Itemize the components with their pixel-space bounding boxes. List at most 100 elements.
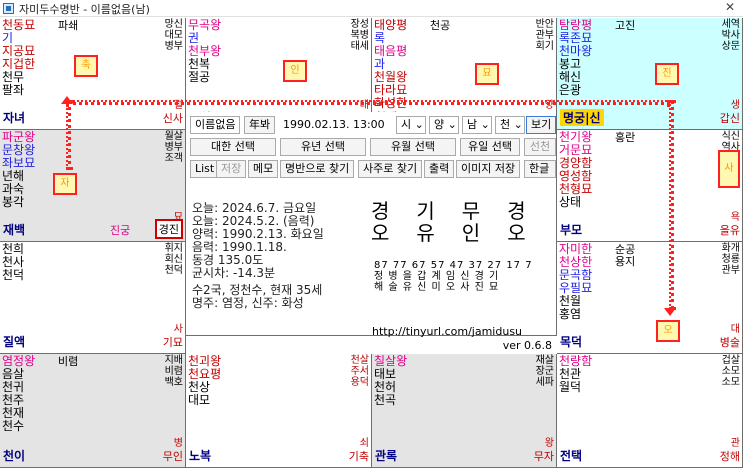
star-list: 염정왕 음살 천귀 천주 천재 천수 [2, 355, 35, 433]
palace-cell-c7[interactable]: 천희 천사 천덕 휘지 회신 천덕 사 질액 기묘 [0, 242, 186, 354]
dotted-connector-horizontal [66, 100, 670, 105]
star-list: 천량함 천관 월덕 [559, 355, 592, 394]
palace-name: 명궁|신 [560, 109, 604, 126]
life-stage: 생 [730, 100, 740, 111]
star-name: 대모 [188, 393, 211, 407]
palace-cell-c4[interactable]: 탐랑평 록존묘 천마왕 봉고 해신 은광 고진 세역 박사 상문 생 명궁|신 갑신 [557, 18, 743, 130]
marker-in: 인 [283, 60, 307, 82]
minor-star: 파쇄 [58, 19, 79, 32]
branch-name: 무인 [162, 450, 183, 463]
star-list: 천괴왕 천요평 천상 대모 [188, 355, 221, 407]
spirit-list: 겁살 소모 소모 [722, 355, 740, 388]
spirit-name: 겁살 [721, 355, 740, 366]
name-field[interactable]: 이름없음 [190, 116, 240, 134]
cheon-select-value: 천 [500, 118, 511, 131]
minor-star: 용지 [615, 255, 636, 268]
close-icon[interactable]: ✕ [725, 0, 735, 14]
daeun-table: 87 77 67 57 47 37 27 17 7 정 병 을 갑 계 임 신 … [374, 260, 533, 293]
spirit-name: 청룡 [721, 254, 740, 265]
palace-cell-c8[interactable]: 자미한 천상한 문곡함 우필묘 천월 홍염 순공 용지 화개 청룡 관부 대 목덕 병술 [557, 242, 743, 354]
star-list: 자미한 천상한 문곡함 우필묘 천월 홍염 [559, 243, 592, 321]
palace-name: 목덕 [560, 335, 583, 349]
spirit-name: 비렴 [164, 366, 183, 377]
version-label: ver 0.6.8 [502, 339, 552, 352]
spirit-name: 장성 [350, 19, 369, 30]
cheon-select[interactable]: 천 ⌄ [495, 116, 525, 134]
palace-cell-c5[interactable]: 파군왕 문창왕 좌보묘 년해 과숙 봉각 월살 병부 조객 묘 재백 경진 진궁 [0, 130, 186, 242]
spirit-name: 복병 [350, 30, 369, 41]
spirit-name: 화개 [721, 243, 740, 254]
year-button[interactable]: 年봐 [244, 116, 276, 134]
life-stage: 병 [173, 438, 183, 449]
arrow-down-icon [664, 308, 676, 316]
spirit-name: 조객 [164, 153, 183, 164]
spirit-list: 재살 장군 세파 [536, 355, 554, 388]
homepage-link[interactable]: http://tinyurl.com/jamidusu [372, 325, 522, 338]
spirit-list: 지배 비렴 백호 [165, 355, 183, 388]
palace-name: 자녀 [3, 111, 26, 125]
spirit-list: 장성 복병 태세 [351, 19, 369, 52]
yunyeon-select-button[interactable]: 유년 선택 [280, 138, 366, 156]
daeun-stems: 정 병 을 갑 계 임 신 경 기 [374, 271, 500, 282]
spirit-list: 망신 대모 병부 [165, 19, 183, 52]
spirit-name: 천살 [350, 355, 369, 366]
list-button[interactable]: List [190, 160, 220, 178]
calendar-select[interactable]: 양 ⌄ [429, 116, 459, 134]
arrow-up-icon [61, 96, 73, 104]
palace-name: 천이 [3, 449, 26, 463]
palace-cell-c6[interactable]: 천기왕거문묘경양함영성함천형묘상태홍란식신역사관색욕부모을유 [557, 130, 743, 242]
find-by-saju-button[interactable]: 사주로 찾기 [358, 160, 423, 178]
dotted-connector-right [669, 100, 674, 310]
spirit-name: 소모 [721, 366, 740, 377]
seoncheon-button[interactable]: 선천 [524, 138, 556, 156]
star-name: 천곡 [374, 393, 397, 407]
marker-myo: 묘 [475, 63, 499, 85]
spirit-list: 화개 청룡 관부 [722, 243, 740, 276]
info-block: 오늘: 2024.6.7. 금요일 오늘: 2024.5.2. (음력) 양력:… [192, 202, 324, 310]
daehan-select-button[interactable]: 대한 선택 [190, 138, 276, 156]
memo-button[interactable]: 메모 [248, 160, 279, 178]
minor-star-list: 순공 용지 [615, 244, 635, 268]
yuwol-select-button[interactable]: 유월 선택 [370, 138, 456, 156]
branch-name: 을유 [719, 224, 740, 237]
gender-select-value: 남 [467, 118, 478, 131]
minor-star-list: 비렴 [58, 356, 78, 368]
palace-cell-c11[interactable]: 칠살왕 태보 천허 천곡 재살 장군 세파 왕 관록 무자 [372, 354, 557, 468]
spirit-list: 세역 박사 상문 [722, 19, 740, 52]
minor-star: 천공 [430, 19, 451, 32]
spirit-name: 장군 [535, 366, 554, 377]
spirit-name: 휘지 [164, 243, 183, 254]
palace-cell-c9[interactable]: 염정왕 음살 천귀 천주 천재 천수 비렴 지배 비렴 백호 병 천이 무인 [0, 354, 186, 468]
spirit-name: 소모 [721, 377, 740, 388]
view-button[interactable]: 보기 [526, 116, 556, 134]
branch-name: 병술 [719, 336, 740, 349]
spirit-name: 관부 [535, 30, 554, 41]
marker-sa: 사 [718, 150, 740, 188]
star-list: 파군왕 문창왕 좌보묘 년해 과숙 봉각 [2, 131, 35, 209]
birth-datetime-field[interactable]: 1990.02.13. 13:00 [278, 116, 390, 134]
time-select[interactable]: 시 ⌄ [396, 116, 426, 134]
branch-name: 무자 [533, 450, 554, 463]
star-name: 상태 [559, 195, 582, 209]
minor-star: 고진 [615, 19, 636, 32]
spirit-name: 병부 [164, 41, 183, 52]
star-name: 월덕 [559, 380, 582, 394]
find-by-chart-button[interactable]: 명반으로 찾기 [280, 160, 355, 178]
yuil-select-button[interactable]: 유일 선택 [460, 138, 520, 156]
palace-cell-c12[interactable]: 천량함 천관 월덕 겁살 소모 소모 관 전택 정해 [557, 354, 743, 468]
marker-chuk: 축 [74, 55, 98, 77]
image-save-button[interactable]: 이미지 저장 [456, 160, 521, 178]
center-panel: 이름없음 年봐 1990.02.13. 13:00 시 ⌄ 양 ⌄ 남 ⌄ 천 … [186, 112, 557, 352]
save-button[interactable]: 저장 [216, 160, 247, 178]
spirit-name: 회기 [535, 41, 554, 52]
palace-name: 부모 [560, 223, 583, 237]
spirit-name: 회신 [164, 254, 183, 265]
korean-button[interactable]: 한글 [524, 160, 556, 178]
print-button[interactable]: 출력 [424, 160, 455, 178]
time-select-value: 시 [401, 118, 412, 131]
marker-jin: 진 [655, 63, 679, 85]
gender-select[interactable]: 남 ⌄ [462, 116, 492, 134]
app-icon [3, 3, 14, 14]
palace-cell-c10[interactable]: 천괴왕 천요평 천상 대모 쇠 노복 기축 천살 주서 용덕 [186, 354, 372, 468]
minor-star-list: 파쇄 [58, 20, 78, 32]
